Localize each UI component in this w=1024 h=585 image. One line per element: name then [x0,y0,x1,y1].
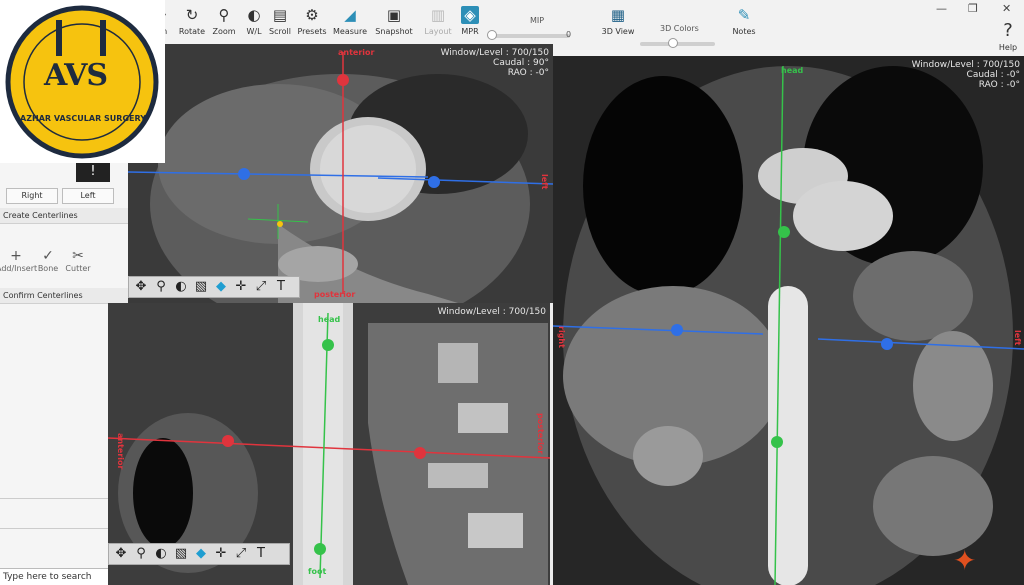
mpr-button[interactable]: ◈ MPR [450,6,490,36]
rotate-icon: ↻ [185,6,199,24]
text-icon[interactable]: T [251,545,271,563]
logo: AVS AZHAR VASCULAR SURGERY [0,0,165,163]
camera-icon: ▣ [386,6,402,24]
create-centerlines-button[interactable]: Create Centerlines [0,208,130,224]
coronal-orientation-right: left [1013,330,1022,346]
contrast-icon[interactable]: ◐ [151,545,171,563]
layers-icon[interactable]: ▧ [191,278,211,296]
coronal-ct-image [553,56,1024,585]
presets-button[interactable]: ⚙ Presets [292,6,332,36]
zoom-icon[interactable]: ⚲ [151,278,171,296]
3d-view-button[interactable]: ▦ 3D View [598,6,638,36]
mpr-icon: ◈ [461,6,479,24]
3d-colors-slider[interactable] [640,38,715,48]
cutter-tool-button[interactable]: ✂ Cutter [58,248,98,273]
axial-info-overlay: Window/Level : 700/150 Caudal : 90° RAO … [440,48,549,78]
axial-viewport[interactable]: Window/Level : 700/150 Caudal : 90° RAO … [128,44,553,303]
patient-orientation-figure-icon: ✦ [953,544,977,577]
coronal-viewport[interactable]: Window/Level : 700/150 Caudal : -0° RAO … [553,56,1024,585]
help-button[interactable]: ? Help [992,20,1024,53]
mip-slider[interactable] [487,30,570,40]
right-button[interactable]: Right [6,188,58,204]
fullscreen-icon[interactable]: ⤢ [231,545,251,563]
minimize-button[interactable]: — [936,2,947,15]
close-button[interactable]: ✕ [1002,2,1011,15]
maximize-button[interactable]: ❐ [968,2,978,15]
grid-icon: ▦ [610,6,626,24]
text-icon[interactable]: T [271,278,291,296]
coronal-info-overlay: Window/Level : 700/150 Caudal : -0° RAO … [911,60,1020,90]
coronal-orientation-top: head [781,66,804,75]
layout-icon: ▥ [430,6,446,24]
3d-colors-label: 3D Colors [660,24,699,33]
warning-icon: ! [76,162,110,182]
sagittal-orientation-top: head [318,315,341,324]
mip-label: MIP [530,16,545,25]
sagittal-orientation-bottom: foot [308,567,327,576]
sagittal-orientation-left: anterior [116,433,125,470]
scroll-icon: ▤ [272,6,288,24]
sagittal-orientation-right: posterior [536,413,545,455]
axial-viewport-toolbar: ✥ ⚲ ◐ ▧ ◆ ✛ ⤢ T [128,276,300,298]
contrast-icon[interactable]: ◐ [171,278,191,296]
axial-orientation-right: left [540,174,549,190]
logo-subtitle: AZHAR VASCULAR SURGERY [20,114,146,123]
cube-icon[interactable]: ◆ [191,545,211,563]
axial-orientation-top: anterior [338,48,375,57]
app-window: ✥Pan ↻Rotate ⚲Zoom ◐W/L ▤Scroll ⚙Presets… [0,0,1024,585]
3d-colors-slider-handle[interactable] [668,38,678,48]
measure-icon: ◢ [344,6,356,24]
move-icon[interactable]: ✥ [131,278,151,296]
zoom-icon: ⚲ [218,6,230,24]
left-button[interactable]: Left [62,188,114,204]
gear-icon: ⚙ [305,6,319,24]
notes-button[interactable]: ✎ Notes [724,6,764,36]
snapshot-button[interactable]: ▣ Snapshot [374,6,414,36]
move-icon[interactable]: ✥ [111,545,131,563]
mip-slider-handle[interactable] [487,30,497,40]
confirm-centerlines-button[interactable]: Confirm Centerlines [0,288,130,304]
zoom-icon[interactable]: ⚲ [131,545,151,563]
cube-icon[interactable]: ◆ [211,278,231,296]
logo-initials: AVS [44,58,108,93]
axial-orientation-bottom: posterior [314,290,356,299]
crosshair-icon[interactable]: ✛ [231,278,251,296]
help-icon: ? [1003,20,1013,41]
coronal-orientation-left: right [557,326,566,348]
fullscreen-icon[interactable]: ⤢ [251,278,271,296]
notes-icon: ✎ [737,6,751,24]
scissors-icon: ✂ [72,248,84,264]
sagittal-viewport[interactable]: Window/Level : 700/150 head anterior pos… [108,303,550,585]
crosshair-icon[interactable]: ✛ [211,545,231,563]
sagittal-info-overlay: Window/Level : 700/150 [437,307,546,317]
axial-ct-image [128,44,553,303]
sagittal-viewport-toolbar: ✥ ⚲ ◐ ▧ ◆ ✛ ⤢ T [108,543,290,565]
mip-value: 0 [566,30,572,39]
measure-tool-button[interactable]: ◢ Measure [330,6,370,36]
layers-icon[interactable]: ▧ [171,545,191,563]
